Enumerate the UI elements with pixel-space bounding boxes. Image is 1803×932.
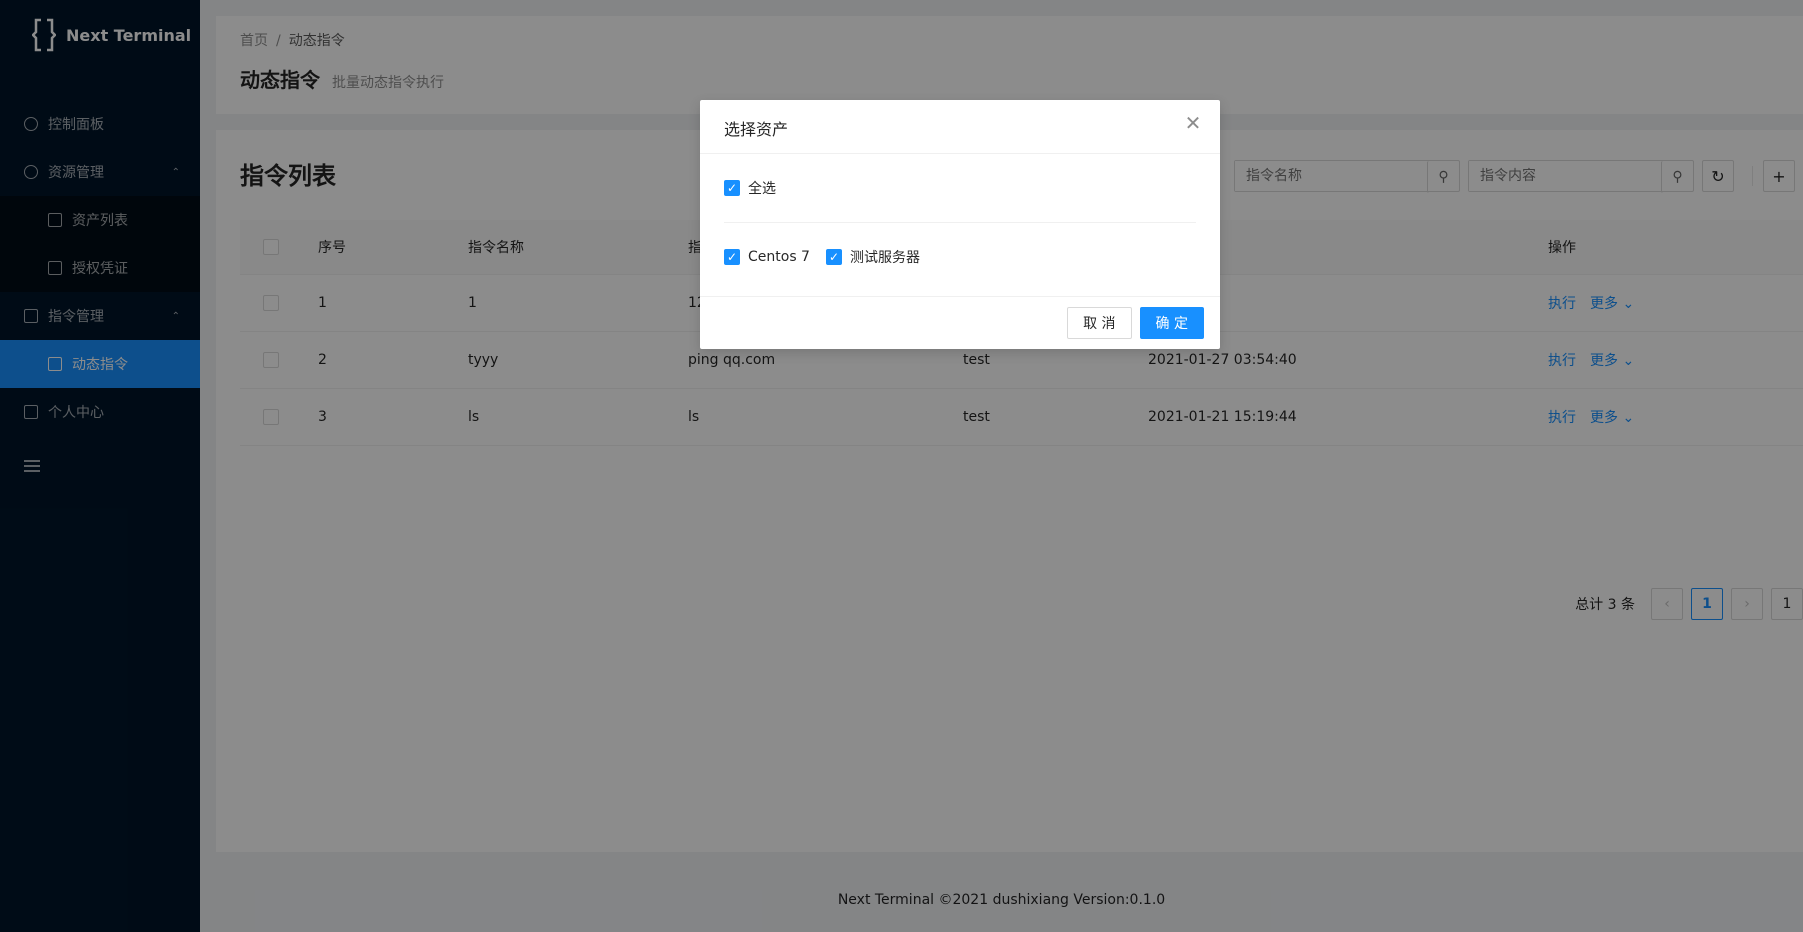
asset-label[interactable]: 测试服务器 bbox=[850, 247, 920, 267]
select-all-row: ✓ 全选 bbox=[724, 178, 1196, 198]
asset-checkbox[interactable]: ✓ bbox=[825, 249, 842, 265]
modal-title: 选择资产 bbox=[724, 120, 789, 139]
asset-checkbox[interactable]: ✓ bbox=[724, 249, 740, 265]
select-all-label[interactable]: 全选 bbox=[748, 178, 776, 198]
select-asset-modal: 选择资产 ✕ ✓ 全选 ✓ Centos 7 ✓ 测试服务器 取 消 确 定 bbox=[700, 100, 1220, 349]
close-icon[interactable]: ✕ bbox=[1182, 112, 1204, 134]
modal-header: 选择资产 ✕ bbox=[700, 100, 1220, 154]
modal-body: ✓ 全选 ✓ Centos 7 ✓ 测试服务器 bbox=[700, 154, 1220, 296]
asset-label[interactable]: Centos 7 bbox=[748, 249, 810, 265]
asset-options: ✓ Centos 7 ✓ 测试服务器 bbox=[724, 247, 1196, 267]
ok-button[interactable]: 确 定 bbox=[1139, 307, 1204, 339]
cancel-button[interactable]: 取 消 bbox=[1067, 307, 1132, 339]
select-all-checkbox[interactable]: ✓ bbox=[724, 180, 740, 196]
divider bbox=[724, 222, 1196, 223]
modal-footer: 取 消 确 定 bbox=[700, 296, 1220, 349]
